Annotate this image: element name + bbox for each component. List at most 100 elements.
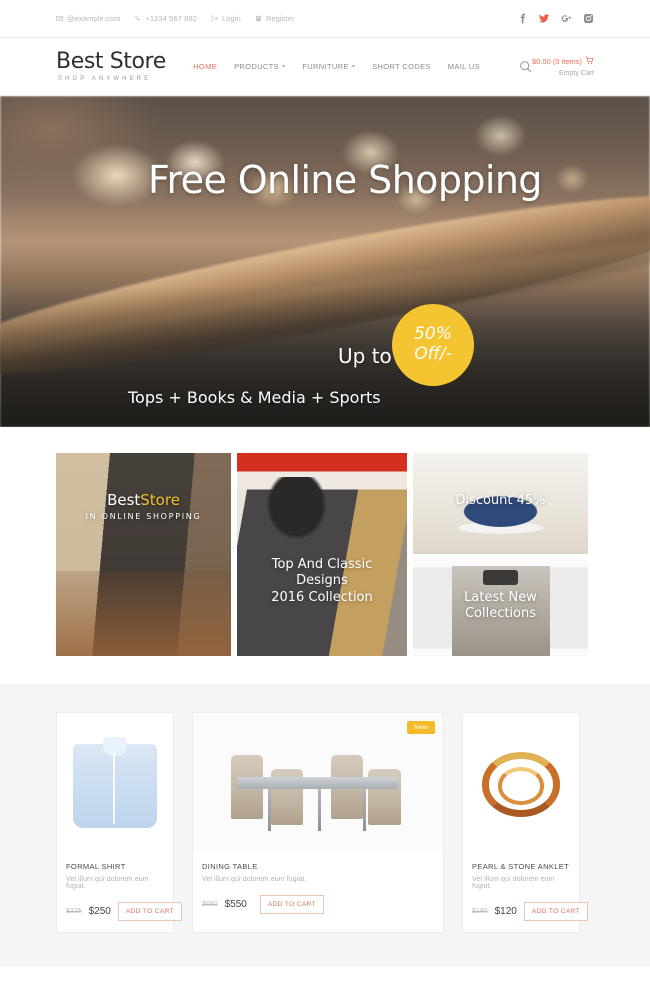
product-title: FORMAL SHIRT [66,862,126,871]
hero-upto-label: Up to [338,344,392,368]
product-info: FORMAL SHIRT Vel illum qui dolorem eum f… [57,853,182,932]
discount-percent: 50% [414,324,452,345]
product-description: Vel illum qui dolorem eum fugiat. [202,876,307,883]
hero-content: Free Online Shopping Up to 50% Off/- Top… [0,96,650,427]
promo-tile-best-store[interactable]: BestStore IN ONLINE SHOPPING [56,453,231,656]
topbar-contact-links: @example.com +1234 567 892 Login Registe… [56,14,295,23]
product-old-price: $180 [472,908,488,915]
google-plus-icon[interactable] [561,13,572,24]
cart-total-text: $0.00 (0 items) [531,57,582,66]
nav-label: PRODUCTS [234,62,279,71]
top-bar: @example.com +1234 567 892 Login Registe… [0,0,650,38]
phone-text: +1234 567 892 [145,14,197,23]
site-header: Best Store SHOP ANYWHERE HOME PRODUCTS ▾… [0,38,650,96]
product-title: DINING TABLE [202,862,258,871]
nav-label: MAIL US [447,62,480,71]
promo-caption-line1: BestStore [56,491,231,510]
phone-link[interactable]: +1234 567 892 [134,14,197,23]
discount-off-label: Off/- [414,344,452,364]
logo-tagline: SHOP ANYWHERE [58,76,152,82]
logo[interactable]: Best Store SHOP ANYWHERE [56,49,183,83]
promo-caption-line3: 2016 Collection [271,589,373,605]
promo-caption-line2: IN ONLINE SHOPPING [85,511,202,521]
product-info: PEARL & STONE ANKLET Vel illum qui dolor… [463,853,588,932]
add-to-cart-button[interactable]: ADD TO CART [117,902,182,921]
promo-caption: Top And Classic Designs 2016 Collection [237,557,407,606]
product-old-price: $680 [202,901,218,908]
chevron-down-icon: ▾ [351,64,356,70]
nav-label: FURNITURE [302,62,349,71]
product-card[interactable]: PEARL & STONE ANKLET Vel illum qui dolor… [462,712,588,933]
facebook-icon[interactable] [517,13,528,24]
promo-tile-latest-collections[interactable]: Latest New Collections [413,560,588,656]
twitter-icon[interactable] [539,13,550,24]
new-badge: New [407,721,435,734]
hero-subtitle: Tops + Books & Media + Sports [128,388,381,407]
register-link[interactable]: Register [255,14,295,23]
cart-icon [585,56,594,67]
promo-image-people-walking [56,453,231,656]
product-info: DINING TABLE Vel illum qui dolorem eum f… [193,853,443,925]
promo-caption-line1: Latest New [464,590,537,605]
product-image-formal-shirt [57,713,173,853]
product-new-price: $550 [224,899,247,910]
product-new-price: $250 [88,906,111,917]
search-icon[interactable] [519,60,532,73]
promo-caption-line1: Top And Classic [271,557,373,572]
product-new-price: $120 [494,906,517,917]
register-text: Register [265,14,295,23]
promo-tile-top-classic[interactable]: Top And Classic Designs 2016 Collection [237,453,407,656]
promo-section: BestStore IN ONLINE SHOPPING Discount 45… [0,427,650,684]
product-price-row: $325 $250 ADD TO CART [66,902,182,921]
chevron-down-icon: ▾ [281,64,286,70]
nav-item-home[interactable]: HOME [193,62,217,71]
hero-slider[interactable]: Free Online Shopping Up to 50% Off/- Top… [0,96,650,427]
cart-status: Empty Cart [558,70,594,77]
cart-total-row: $0.00 (0 items) [532,56,594,67]
promo-caption: Latest New Collections [413,590,588,623]
promo-caption-line2: Designs [296,573,348,589]
product-image-pearl-stone-anklet [463,713,579,853]
cart-summary[interactable]: $0.00 (0 items) Empty Cart [532,56,594,77]
nav-item-short-codes[interactable]: SHORT CODES [372,62,431,71]
email-link[interactable]: @example.com [56,14,120,23]
product-image-dining-table: New [193,713,443,853]
nav-label: HOME [193,62,218,71]
promo-caption: Discount 45% [455,493,546,508]
product-title: PEARL & STONE ANKLET [472,862,570,871]
promo-tile-discount[interactable]: Discount 45% [413,453,588,554]
product-price-row: $180 $120 ADD TO CART [472,902,588,921]
nav-item-products[interactable]: PRODUCTS ▾ [234,62,285,71]
login-text: Login [221,14,241,23]
nav-item-mail-us[interactable]: MAIL US [448,62,480,71]
logo-title: Best Store [56,49,166,74]
product-old-price: $325 [66,908,82,915]
product-card[interactable]: New DINING TABLE Vel illum qui dolorem e… [192,712,444,933]
envelope-icon [56,15,63,22]
hero-title: Free Online Shopping [148,158,542,202]
promo-image-fur-coat-model [237,453,407,656]
discount-badge: 50% Off/- [392,304,474,386]
main-navigation: HOME PRODUCTS ▾ FURNITURE ▾ SHORT CODES … [193,60,532,73]
add-to-cart-button[interactable]: ADD TO CART [523,902,588,921]
best-word: Best [107,491,141,509]
nav-item-furniture[interactable]: FURNITURE ▾ [302,62,355,71]
promo-caption: BestStore IN ONLINE SHOPPING [56,491,231,522]
promo-caption-line2: Collections [464,606,537,622]
promo-grid: BestStore IN ONLINE SHOPPING Discount 45… [56,453,594,656]
add-to-cart-button[interactable]: ADD TO CART [259,895,324,914]
product-description: Vel illum qui dolorem eum fugiat. [472,876,555,890]
login-icon [211,15,218,22]
products-section: FORMAL SHIRT Vel illum qui dolorem eum f… [0,684,650,967]
login-link[interactable]: Login [211,14,241,23]
phone-icon [134,15,141,22]
social-links [517,13,594,24]
instagram-icon[interactable] [583,13,594,24]
store-word: Store [140,491,180,509]
clipboard-icon [255,15,262,22]
product-price-row: $680 $550 ADD TO CART [202,895,434,914]
nav-label: SHORT CODES [372,62,431,71]
product-description: Vel illum qui dolorem eum fugiat. [66,876,149,890]
email-text: @example.com [67,14,121,23]
product-card[interactable]: FORMAL SHIRT Vel illum qui dolorem eum f… [56,712,182,933]
